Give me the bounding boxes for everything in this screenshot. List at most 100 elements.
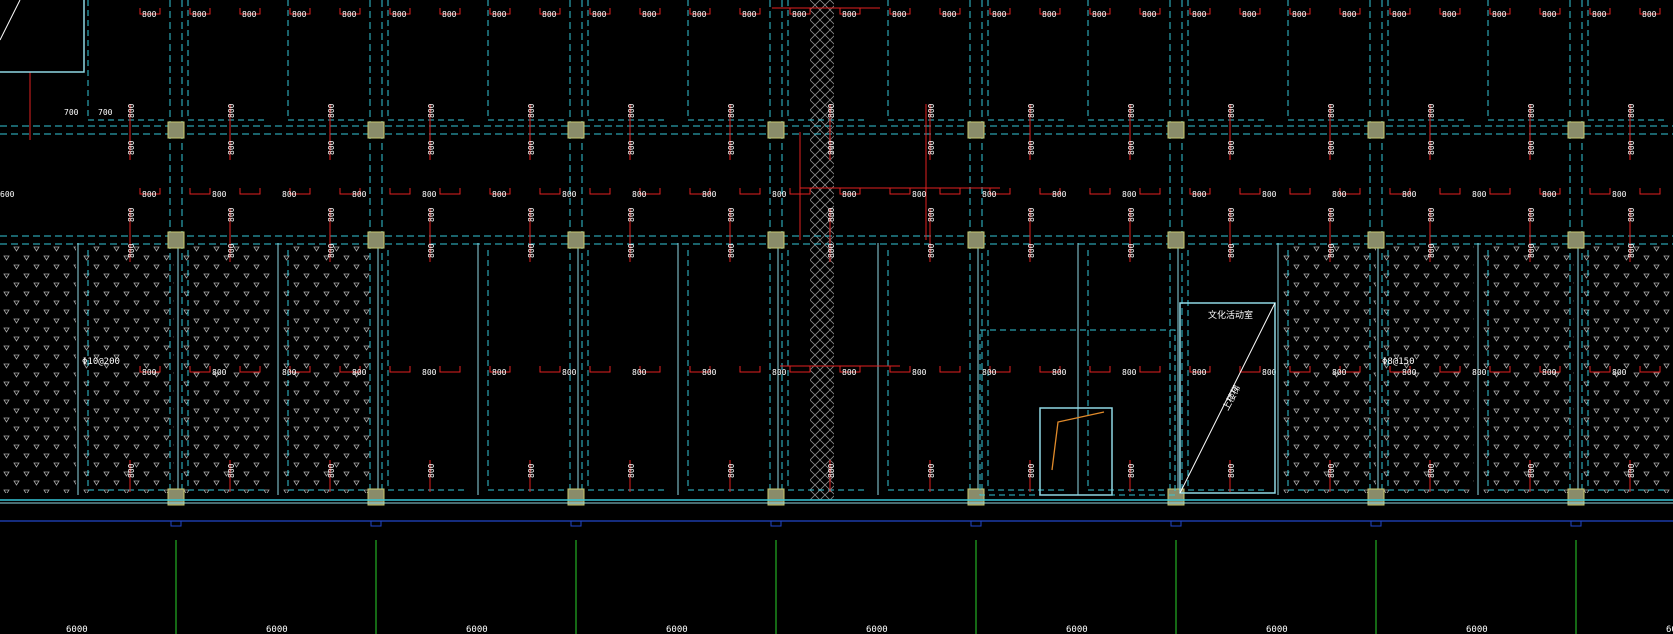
dim-label-vertical-top: 800 [1527, 140, 1536, 155]
dim-label-vertical-mid: 800 [127, 243, 136, 258]
dim-700-b: 700 [98, 108, 113, 117]
dim-label-lower: 800 [1542, 368, 1557, 377]
dim-label-lower: 800 [1332, 368, 1347, 377]
dim-label-vertical-top: 800 [1327, 140, 1336, 155]
dim-label-top: 800 [1392, 10, 1407, 19]
column [967, 231, 985, 249]
dim-label-vertical-mid: 800 [627, 243, 636, 258]
beam-bracket [239, 188, 261, 195]
dim-label-vertical-mid: 800 [427, 207, 436, 222]
dim-label-vertical-bottom: 800 [1327, 463, 1336, 478]
dim-label-vertical-top: 800 [1227, 140, 1236, 155]
dim-label-vertical-top: 800 [127, 103, 136, 118]
column [1567, 231, 1585, 249]
dim-label-mid: 800 [1472, 190, 1487, 199]
room-outline [887, 250, 968, 491]
top-left-opening [0, 0, 85, 73]
dim-label-top: 800 [1142, 10, 1157, 19]
dim-label-mid: 800 [352, 190, 367, 199]
dim-label-lower: 800 [1612, 368, 1627, 377]
dim-label-vertical-mid: 800 [1027, 243, 1036, 258]
beam-bracket [1589, 188, 1611, 195]
dim-label-vertical-bottom: 800 [827, 463, 836, 478]
dim-label-vertical-bottom: 800 [427, 463, 436, 478]
dim-label-vertical-mid: 800 [927, 207, 936, 222]
stair-label: 上楼梯 [1220, 383, 1243, 412]
dim-label-mid: 800 [282, 190, 297, 199]
column [167, 121, 185, 139]
dim-label-span: 6000 [1666, 625, 1673, 634]
dim-label-vertical-top: 800 [827, 140, 836, 155]
foundation-step [1168, 520, 1184, 527]
column [1367, 231, 1385, 249]
column [767, 231, 785, 249]
beam-bracket [1139, 188, 1161, 195]
dim-label-vertical-top: 800 [927, 103, 936, 118]
beam-bracket [539, 366, 561, 373]
dim-label-lower: 800 [1192, 368, 1207, 377]
dim-label-vertical-bottom: 800 [527, 463, 536, 478]
dim-label-vertical-mid: 800 [727, 243, 736, 258]
dim-label-span: 6000 [266, 625, 288, 634]
dim-label-top: 800 [742, 10, 757, 19]
hatch-panel [1282, 243, 1376, 493]
column [367, 231, 385, 249]
dim-label-top: 800 [342, 10, 357, 19]
hatch-panel [1580, 243, 1673, 493]
beam-bracket [1239, 188, 1261, 195]
dim-label-mid: 800 [422, 190, 437, 199]
beam-bracket [539, 188, 561, 195]
dim-label-top: 800 [642, 10, 657, 19]
beam-bracket [389, 366, 411, 373]
foundation-step [968, 520, 984, 527]
column [567, 121, 585, 139]
foundation-step [368, 520, 384, 527]
dim-label-top: 800 [942, 10, 957, 19]
dim-label-vertical-top: 800 [1627, 140, 1636, 155]
dim-label-span: 6000 [666, 625, 688, 634]
dim-label-span: 6000 [1466, 625, 1488, 634]
beam-bracket [889, 188, 911, 195]
dim-label-mid: 800 [632, 190, 647, 199]
room-outline [687, 250, 768, 491]
dim-label-vertical-top: 800 [1427, 103, 1436, 118]
dim-label-top: 800 [292, 10, 307, 19]
dim-label-vertical-top: 800 [1327, 103, 1336, 118]
dim-label-vertical-top: 800 [927, 140, 936, 155]
foundation-step [168, 520, 184, 527]
foundation-step [1568, 520, 1584, 527]
dim-label-span: 6000 [466, 625, 488, 634]
dim-label-vertical-mid: 800 [527, 207, 536, 222]
dim-label-mid: 800 [982, 190, 997, 199]
dim-label-vertical-mid: 800 [1127, 243, 1136, 258]
dim-label-vertical-bottom: 800 [1227, 463, 1236, 478]
dim-label-span: 6000 [66, 625, 88, 634]
dim-label-mid: 800 [912, 190, 927, 199]
column [1167, 121, 1185, 139]
dim-label-vertical-top: 800 [1427, 140, 1436, 155]
dim-label-mid: 800 [1052, 190, 1067, 199]
dim-label-top: 800 [1042, 10, 1057, 19]
beam-bracket [1489, 188, 1511, 195]
dim-label-mid: 800 [1332, 190, 1347, 199]
dim-label-vertical-mid: 800 [127, 207, 136, 222]
dim-label-vertical-top: 800 [527, 140, 536, 155]
dim-label-top: 800 [392, 10, 407, 19]
dim-label-vertical-bottom: 800 [1527, 463, 1536, 478]
dim-label-vertical-mid: 800 [1027, 207, 1036, 222]
dim-label-vertical-bottom: 800 [227, 463, 236, 478]
dim-label-top: 800 [992, 10, 1007, 19]
hatched-panels [0, 0, 1673, 500]
dim-label-vertical-mid: 800 [727, 207, 736, 222]
dim-label-span: 6000 [1066, 625, 1088, 634]
column [367, 121, 385, 139]
dim-label-top: 800 [542, 10, 557, 19]
dim-label-vertical-top: 800 [1627, 103, 1636, 118]
dim-label-vertical-mid: 800 [1527, 243, 1536, 258]
beam-bracket [1639, 188, 1661, 195]
dim-label-top: 800 [1542, 10, 1557, 19]
dim-label-lower: 800 [562, 368, 577, 377]
dim-label-span: 6000 [866, 625, 888, 634]
column [967, 121, 985, 139]
dim-label-vertical-bottom: 800 [327, 463, 336, 478]
